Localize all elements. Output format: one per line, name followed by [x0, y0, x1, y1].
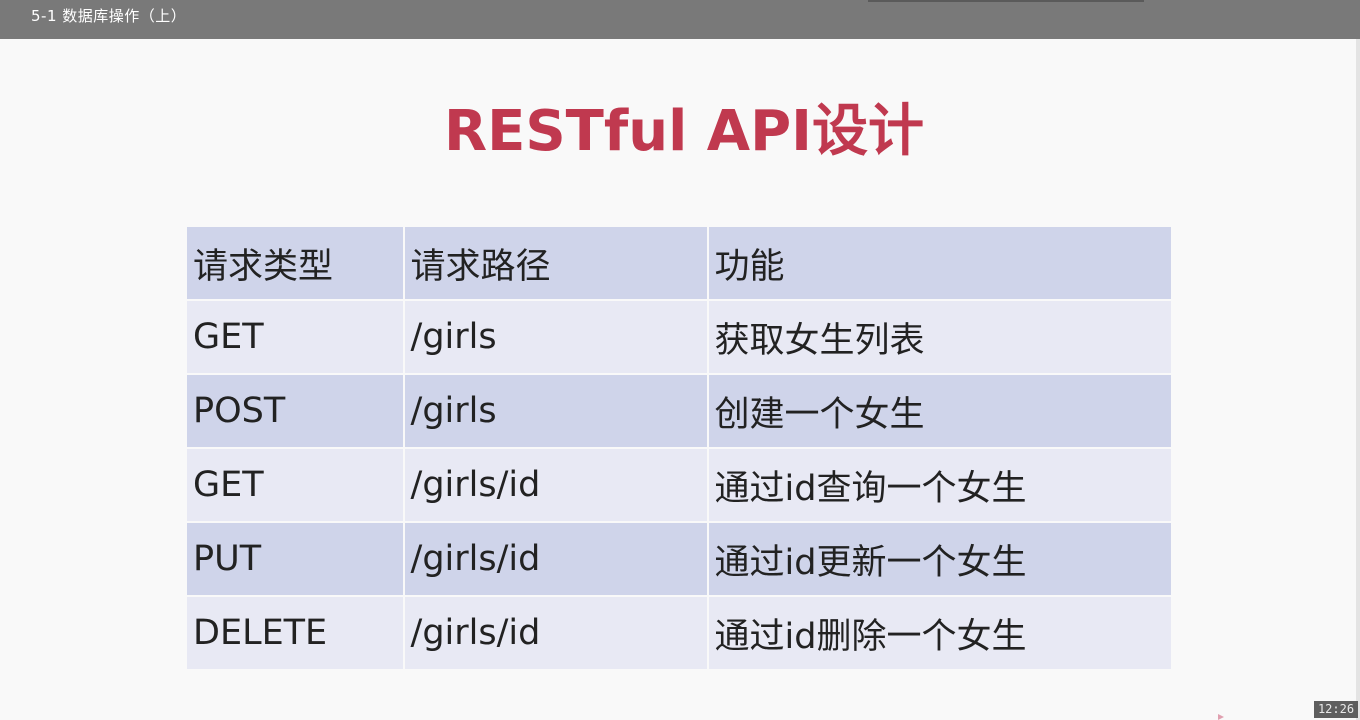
- header-function: 功能: [708, 227, 1171, 299]
- cell-function: 通过id更新一个女生: [708, 523, 1171, 595]
- header-request-path: 请求路径: [404, 227, 707, 299]
- cell-method: DELETE: [187, 597, 403, 669]
- cell-function: 通过id删除一个女生: [708, 597, 1171, 669]
- cell-function: 获取女生列表: [708, 301, 1171, 373]
- table-row: PUT /girls/id 通过id更新一个女生: [187, 523, 1171, 595]
- next-arrow-icon[interactable]: [1218, 714, 1224, 720]
- table-header-row: 请求类型 请求路径 功能: [187, 227, 1171, 299]
- cell-method: GET: [187, 301, 403, 373]
- cell-path: /girls/id: [404, 449, 707, 521]
- cell-method: POST: [187, 375, 403, 447]
- table-row: DELETE /girls/id 通过id删除一个女生: [187, 597, 1171, 669]
- slide-title: RESTful API设计: [443, 99, 925, 164]
- cell-path: /girls: [404, 301, 707, 373]
- cell-path: /girls/id: [404, 523, 707, 595]
- cell-function: 通过id查询一个女生: [708, 449, 1171, 521]
- api-table: 请求类型 请求路径 功能 GET /girls 获取女生列表 POST /gir…: [185, 225, 1173, 671]
- cell-path: /girls/id: [404, 597, 707, 669]
- cell-function: 创建一个女生: [708, 375, 1171, 447]
- video-title: 5-1 数据库操作（上）: [31, 7, 187, 25]
- table-row: GET /girls 获取女生列表: [187, 301, 1171, 373]
- cell-method: PUT: [187, 523, 403, 595]
- title-bar-shadow: [868, 0, 1144, 2]
- cell-path: /girls: [404, 375, 707, 447]
- table-row: GET /girls/id 通过id查询一个女生: [187, 449, 1171, 521]
- cell-method: GET: [187, 449, 403, 521]
- header-request-type: 请求类型: [187, 227, 403, 299]
- video-title-bar: 5-1 数据库操作（上）: [0, 0, 1360, 39]
- playback-time: 12:26: [1314, 701, 1358, 718]
- table-row: POST /girls 创建一个女生: [187, 375, 1171, 447]
